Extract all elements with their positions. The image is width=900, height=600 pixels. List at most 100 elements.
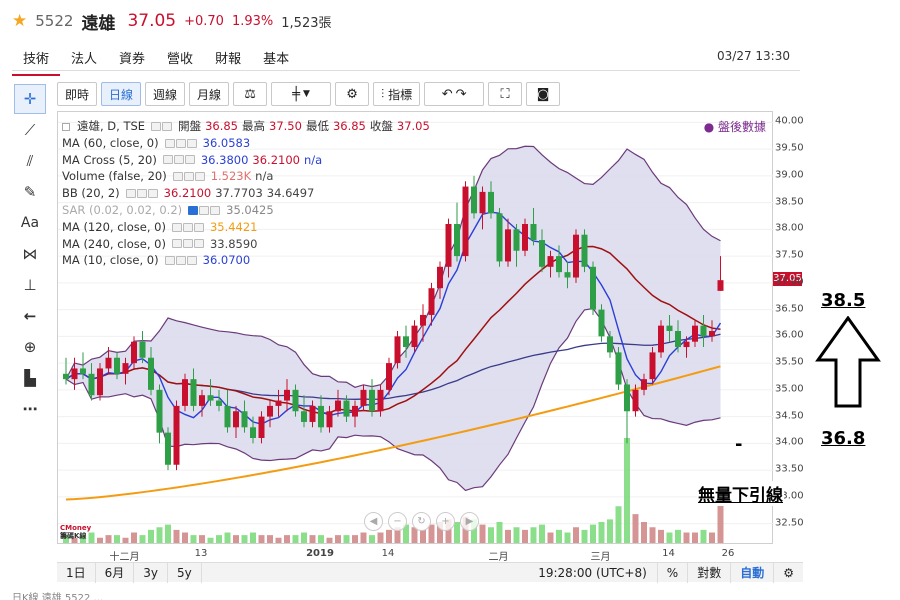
range-6m-button[interactable]: 6月 <box>96 562 135 583</box>
candle-body <box>641 379 647 390</box>
price-tick-label: 38.00 <box>775 222 804 234</box>
legend-controls[interactable] <box>162 155 195 165</box>
fullscreen-icon[interactable]: ⛶ <box>488 82 523 106</box>
candle-body <box>445 224 452 267</box>
legend-controls[interactable] <box>164 138 197 148</box>
candle-body <box>632 389 639 412</box>
price-tick-label: 39.50 <box>775 142 804 154</box>
percent-scale-button[interactable]: % <box>656 562 687 583</box>
auto-scale-button[interactable]: 自動 <box>730 562 773 583</box>
candle-type-button[interactable]: ╪ ▼ <box>271 82 332 106</box>
back-arrow-icon[interactable]: ← <box>14 301 46 331</box>
measure-icon[interactable]: ⊥ <box>14 270 46 300</box>
candle-body <box>556 256 562 273</box>
zoom-out-icon[interactable]: − <box>388 512 407 531</box>
candle-body <box>649 352 656 380</box>
candle-body <box>105 357 112 369</box>
more-icon[interactable]: ⋯ <box>14 394 46 424</box>
scroll-left-icon[interactable]: ◀ <box>364 512 383 531</box>
tab-financials[interactable]: 財報 <box>204 44 252 76</box>
fib-lines-icon[interactable]: ⫽ <box>14 146 46 176</box>
volume-bar <box>122 537 129 543</box>
tab-basic[interactable]: 基本 <box>252 44 300 76</box>
tab-revenue[interactable]: 營收 <box>156 44 204 76</box>
gear-icon[interactable]: ⚙ <box>335 82 370 106</box>
pattern-icon[interactable]: ⋈ <box>14 239 46 269</box>
legend-controls[interactable] <box>164 256 197 266</box>
volume-bar <box>173 529 180 543</box>
legend-ma10: MA (10, close, 0) 36.0700 <box>62 252 430 269</box>
candle-body <box>420 314 426 326</box>
compare-scale-icon[interactable]: ⚖ <box>233 82 268 106</box>
legend-ma120: MA (120, close, 0) 35.4421 <box>62 219 430 236</box>
daily-interval-button[interactable]: 日線 <box>101 82 142 106</box>
tab-institutional[interactable]: 法人 <box>60 44 108 76</box>
reset-icon[interactable]: ↻ <box>412 512 431 531</box>
candle-body <box>683 341 690 348</box>
after-hours-link[interactable]: ● 盤後數據 <box>704 118 766 135</box>
candle-body <box>199 395 205 406</box>
candlestick-icon: ╪ <box>292 86 301 102</box>
redo-icon[interactable]: ↷ <box>456 87 467 102</box>
volume-bar <box>496 522 503 543</box>
volume-bar <box>683 532 690 543</box>
candle-body <box>717 280 724 291</box>
monthly-interval-button[interactable]: 月線 <box>189 82 230 106</box>
camera-icon[interactable]: ◙ <box>526 82 561 106</box>
legend-controls[interactable] <box>125 189 158 199</box>
candle-body <box>377 389 384 412</box>
crosshair-icon[interactable]: ✛ <box>14 84 46 114</box>
range-1d-button[interactable]: 1日 <box>57 562 96 583</box>
scroll-right-icon[interactable]: ▶ <box>460 512 479 531</box>
volume-bar <box>318 535 324 543</box>
range-3y-button[interactable]: 3y <box>134 562 169 583</box>
indicators-button[interactable]: ⫶ 指標 <box>373 82 421 106</box>
volume-bar <box>301 532 307 543</box>
trendline-icon[interactable]: ⟋ <box>14 115 46 145</box>
candle-body <box>122 363 129 374</box>
brush-icon[interactable]: ✎ <box>14 177 46 207</box>
legend-controls[interactable] <box>188 205 221 215</box>
collapse-icon[interactable] <box>62 123 70 132</box>
price-tick-label: 34.00 <box>775 436 804 448</box>
bb-name: BB (20, 2) <box>62 186 120 201</box>
legend-controls[interactable] <box>171 239 204 249</box>
candle-body <box>114 357 120 374</box>
tick-interval-button[interactable]: 即時 <box>57 82 98 106</box>
zoom-in-icon[interactable]: + <box>436 512 455 531</box>
time-axis[interactable]: 十二月 13 2019 14 二月 三月 14 26 <box>57 546 773 563</box>
tab-margin[interactable]: 資券 <box>108 44 156 76</box>
candle-body <box>403 336 409 348</box>
text-tool-icon[interactable]: Aa <box>14 208 46 238</box>
volume-bar <box>131 532 137 543</box>
weekly-interval-button[interactable]: 週線 <box>145 82 186 106</box>
log-scale-button[interactable]: 對數 <box>687 562 730 583</box>
candle-body <box>471 186 477 214</box>
zoom-icon[interactable]: ⊕ <box>14 332 46 362</box>
legend-controls[interactable] <box>171 222 204 232</box>
volume-value: 1.523K <box>210 169 252 184</box>
volume-bar <box>505 529 511 543</box>
volume-bar <box>233 535 239 543</box>
favorite-star-icon[interactable]: ★ <box>12 12 27 30</box>
candle-body <box>437 266 443 289</box>
settings-icon[interactable]: ⚙ <box>773 562 803 583</box>
annotation-dash: - <box>735 434 743 455</box>
trade-volume: 1,523張 <box>281 15 332 31</box>
tab-technical[interactable]: 技術 <box>12 44 61 76</box>
volume-bar <box>556 529 562 543</box>
legend-main: 遠雄, D, TSE 開盤 36.85 最高 37.50 最低 36.85 收盤 37.… <box>62 118 430 135</box>
volume-bar <box>717 503 724 543</box>
candle-body <box>148 357 154 390</box>
candle-body <box>454 224 460 257</box>
range-5y-button[interactable]: 5y <box>168 562 202 583</box>
annotation-note: 無量下引線 <box>697 481 784 506</box>
undo-icon[interactable]: ↶ <box>442 87 453 102</box>
legend-controls[interactable] <box>172 172 205 182</box>
candle-body <box>292 389 299 412</box>
legend-controls[interactable] <box>151 121 173 131</box>
ruler-icon[interactable]: ▙ <box>14 363 46 393</box>
candle-body <box>624 384 630 412</box>
price-chart-panel[interactable]: 遠雄, D, TSE 開盤 36.85 最高 37.50 最低 36.85 收盤 37.… <box>57 111 774 544</box>
price-axis[interactable]: 37.05 40.00 39.50 39.00 38.50 38.00 37.50 37.0… <box>773 111 804 544</box>
